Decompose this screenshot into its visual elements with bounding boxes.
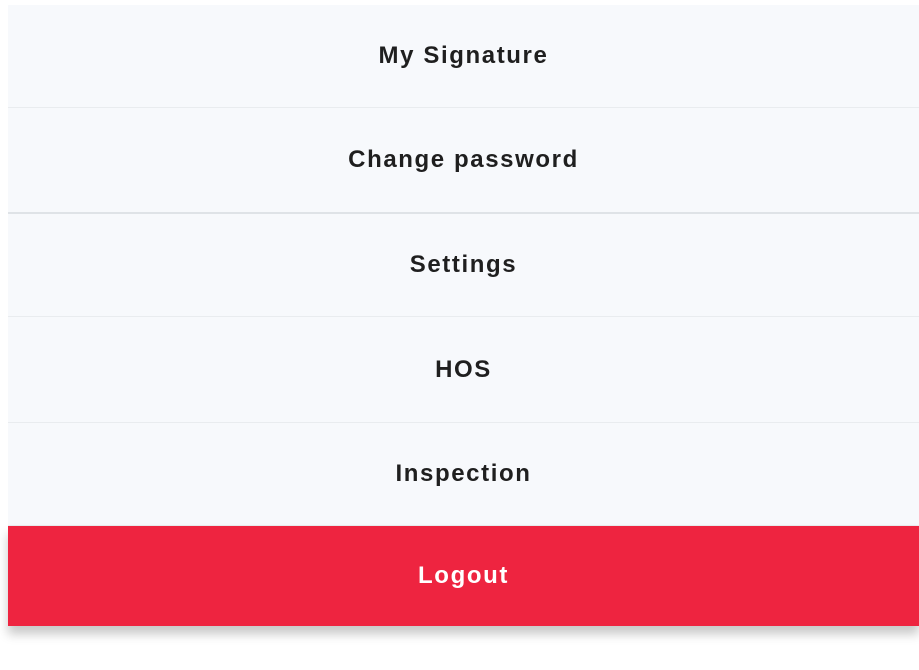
account-menu: My Signature Change password Settings HO…: [8, 5, 919, 626]
logout-button[interactable]: Logout: [8, 526, 919, 626]
settings-label: Settings: [409, 251, 518, 278]
change-password-button[interactable]: Change password: [8, 108, 919, 214]
inspection-button[interactable]: Inspection: [8, 423, 919, 526]
account-screen: My Signature Change password Settings HO…: [0, 0, 919, 670]
change-password-label: Change password: [348, 146, 579, 173]
my-signature-button[interactable]: My Signature: [8, 5, 919, 108]
hos-label: HOS: [435, 355, 492, 383]
logout-label: Logout: [418, 562, 509, 589]
inspection-label: Inspection: [395, 460, 532, 487]
settings-button[interactable]: Settings: [8, 214, 919, 317]
hos-button[interactable]: HOS: [8, 317, 919, 423]
my-signature-label: My Signature: [378, 42, 549, 69]
